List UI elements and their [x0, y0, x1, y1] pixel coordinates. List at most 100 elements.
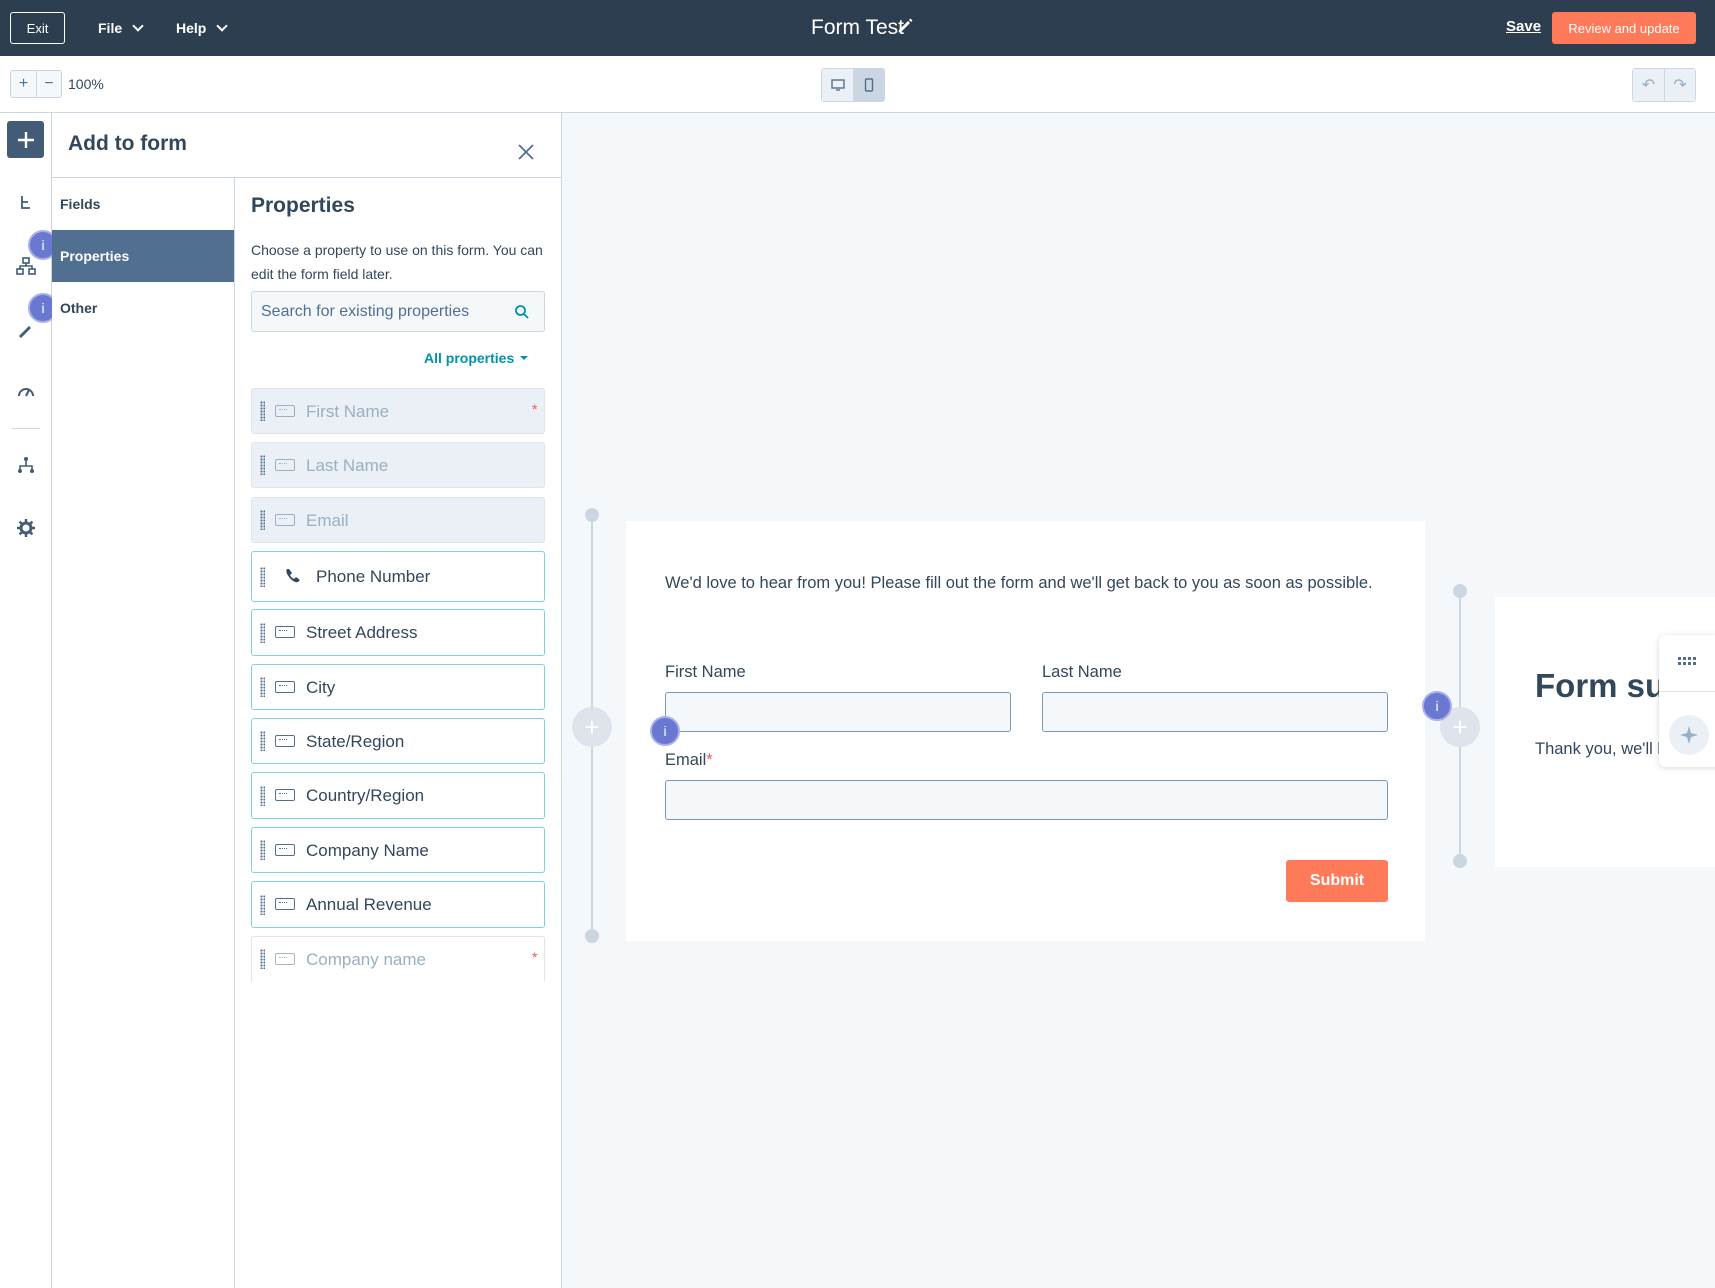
drag-handle-icon: [260, 786, 265, 806]
property-item-company-name[interactable]: Company Name: [251, 827, 545, 873]
grid-layout-button[interactable]: [1659, 635, 1715, 689]
drag-handle-icon: [260, 401, 265, 421]
connector-dot: [585, 508, 599, 522]
caret-down-icon: [520, 356, 529, 360]
drag-handle-icon: [260, 949, 265, 969]
search-icon: [515, 305, 529, 319]
rail-settings-button[interactable]: [14, 516, 38, 540]
undo-button[interactable]: ↶: [1633, 69, 1664, 101]
desktop-preview-button[interactable]: [822, 69, 853, 101]
edit-title-pencil-icon[interactable]: [895, 16, 915, 36]
drag-handle-icon: [260, 567, 265, 587]
zoom-in-button[interactable]: +: [11, 71, 36, 97]
text-field-icon: [275, 514, 295, 526]
panel-title: Add to form: [68, 132, 187, 155]
text-field-icon: [275, 405, 295, 417]
first-name-input[interactable]: [665, 692, 1011, 732]
file-menu[interactable]: File: [98, 0, 144, 56]
drag-handle-icon: [260, 895, 265, 915]
mobile-icon: [864, 78, 873, 92]
left-icon-rail: i i: [0, 113, 58, 1288]
device-preview-toggle: [821, 68, 885, 102]
drag-handle-icon: [260, 677, 265, 697]
save-button[interactable]: Save: [1506, 18, 1541, 35]
property-label: Company Name: [306, 841, 429, 860]
rail-connections-button[interactable]: [14, 453, 38, 477]
gauge-icon: [18, 388, 34, 397]
add-step-button[interactable]: +: [572, 707, 612, 747]
ai-assist-button[interactable]: [1659, 708, 1715, 762]
number-field-icon: [275, 898, 295, 910]
connector-dot: [585, 929, 599, 943]
drag-handle-icon: [260, 510, 265, 530]
info-badge[interactable]: i: [650, 716, 680, 746]
last-name-input[interactable]: [1042, 692, 1388, 732]
required-marker: *: [532, 401, 538, 417]
property-item-annual-revenue[interactable]: Annual Revenue: [251, 881, 545, 928]
pencil-icon: [19, 326, 31, 338]
close-icon[interactable]: [517, 143, 535, 161]
first-name-label: First Name: [665, 663, 746, 681]
thank-you-text: Thank you, we'll b: [1535, 740, 1667, 758]
flow-icon: [21, 196, 30, 209]
form-intro-text: We'd love to hear from you! Please fill …: [665, 574, 1373, 592]
category-other[interactable]: Other: [52, 282, 234, 334]
property-item-country-region[interactable]: Country/Region: [251, 772, 545, 819]
property-label: State/Region: [306, 732, 405, 751]
phone-icon: [286, 569, 300, 583]
chevron-down-icon: [132, 20, 144, 32]
property-item-street-address[interactable]: Street Address: [251, 609, 545, 656]
help-menu[interactable]: Help: [176, 0, 229, 56]
info-badge[interactable]: i: [1422, 691, 1452, 721]
drag-handle-icon: [260, 455, 265, 475]
property-item-city[interactable]: City: [251, 664, 545, 710]
hierarchy-icon: [16, 257, 36, 275]
property-item-first-name: First Name *: [251, 388, 545, 434]
mobile-preview-button[interactable]: [853, 69, 884, 101]
text-field-icon: [275, 735, 295, 747]
category-properties[interactable]: Properties: [52, 230, 234, 282]
submit-button[interactable]: Submit: [1286, 860, 1388, 902]
text-field-icon: [275, 681, 295, 693]
property-item-email: Email: [251, 497, 545, 543]
property-item-company-name-alt[interactable]: Company name *: [251, 936, 545, 981]
palette-divider: [1659, 691, 1715, 692]
redo-button[interactable]: ↷: [1664, 69, 1695, 101]
property-search-input[interactable]: Search for existing properties: [251, 291, 545, 332]
property-item-last-name: Last Name: [251, 442, 545, 488]
all-properties-filter[interactable]: All properties: [424, 350, 529, 366]
filter-label: All properties: [424, 350, 515, 366]
connector-dot: [1453, 854, 1467, 868]
required-marker: *: [706, 751, 713, 769]
text-field-icon: [275, 789, 295, 801]
email-label: Email*: [665, 751, 713, 770]
text-field-icon: [275, 459, 295, 471]
history-controls: ↶ ↷: [1632, 68, 1696, 102]
property-label: Street Address: [306, 623, 418, 642]
drag-handle-icon: [260, 840, 265, 860]
property-item-state-region[interactable]: State/Region: [251, 718, 545, 764]
property-item-phone-number[interactable]: Phone Number: [251, 551, 545, 602]
grid-dots-icon: [1678, 657, 1696, 665]
properties-title: Properties: [251, 194, 355, 217]
property-label: Phone Number: [316, 567, 431, 586]
property-label: Company name: [306, 950, 427, 969]
exit-button[interactable]: Exit: [10, 12, 65, 44]
category-list: Fields Properties Other: [52, 178, 235, 1288]
form-title[interactable]: Form Test: [811, 16, 904, 40]
zoom-out-button[interactable]: −: [36, 71, 61, 97]
drag-handle-icon: [260, 731, 265, 751]
plus-icon: [17, 131, 34, 148]
chevron-down-icon: [216, 20, 229, 32]
properties-description: Choose a property to use on this form. Y…: [251, 242, 543, 282]
panel-header: Add to form: [52, 113, 561, 178]
email-input[interactable]: [665, 780, 1388, 820]
rail-performance-button[interactable]: [14, 379, 38, 403]
rail-flow-button[interactable]: [14, 191, 38, 215]
drag-handle-icon: [260, 623, 265, 643]
form-preview-card[interactable]: We'd love to hear from you! Please fill …: [626, 521, 1425, 941]
add-to-form-button[interactable]: [7, 121, 44, 158]
category-fields[interactable]: Fields: [52, 178, 234, 230]
required-marker: *: [532, 949, 538, 965]
review-and-update-button[interactable]: Review and update: [1552, 12, 1696, 44]
